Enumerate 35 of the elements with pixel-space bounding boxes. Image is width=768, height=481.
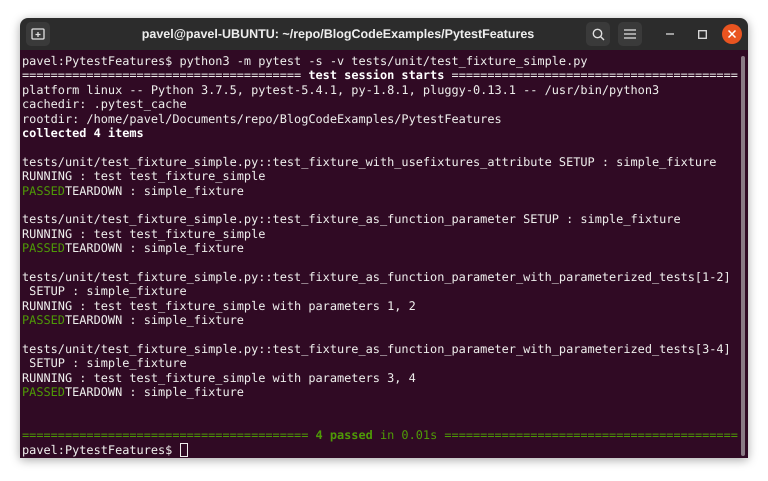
minimize-icon <box>666 33 674 35</box>
search-button[interactable] <box>586 22 610 46</box>
menu-icon <box>624 29 636 39</box>
prompt-text: pavel:PytestFeatures$ <box>22 442 174 457</box>
terminal-line: rootdir: /home/pavel/Documents/repo/BlogCodeExamples/PytestFeatures <box>22 112 502 126</box>
terminal-line: tests/unit/test_fixture_simple.py::test_fixture_as_function_parameter SETUP : simple_fixture <box>22 212 681 227</box>
terminal-line: tests/unit/test_fixture_simple.py::test_fixture_as_function_parameter_with_parameterized_tests[1-2] <box>22 270 731 284</box>
terminal-line: PASSEDTEARDOWN : simple_fixture <box>22 184 244 198</box>
terminal-line: platform linux -- Python 3.7.5, pytest-5.4.1, py-1.8.1, pluggy-0.13.1 -- /usr/bin/python3 <box>22 82 660 98</box>
close-button[interactable] <box>722 24 742 44</box>
terminal-line: PASSEDTEARDOWN : simple_fixture <box>22 384 244 400</box>
menu-button[interactable] <box>618 22 642 46</box>
terminal-line: cachedir: .pytest_cache <box>22 97 187 112</box>
terminal-line: SETUP : simple_fixture <box>28 356 187 371</box>
terminal-line: PASSEDTEARDOWN : simple_fixture <box>22 241 244 256</box>
scrollbar-thumb[interactable] <box>741 56 745 456</box>
terminal-line: RUNNING : test test_fixture_simple <box>22 169 266 184</box>
close-icon <box>728 30 736 38</box>
search-icon <box>592 28 604 40</box>
terminal-line: RUNNING : test test_fixture_simple with parameters 1, 2 <box>22 298 416 314</box>
new-tab-button[interactable] <box>26 22 50 46</box>
terminal-line: ======================================== 4 passed in 0.01s ========================================= <box>22 428 738 443</box>
terminal-line: PASSEDTEARDOWN : simple_fixture <box>22 313 244 328</box>
terminal-line: RUNNING : test test_fixture_simple <box>22 226 266 242</box>
terminal-line: pavel:PytestFeatures$ python3 -m pytest -s -v tests/unit/test_fixture_simple.py <box>22 54 588 68</box>
maximize-icon <box>698 30 706 38</box>
new-tab-icon <box>31 27 45 41</box>
terminal-line: ======================================= test session starts ======================================== <box>22 68 738 83</box>
terminal-line: RUNNING : test test_fixture_simple with parameters 3, 4 <box>22 370 416 385</box>
terminal-line: tests/unit/test_fixture_simple.py::test_fixture_as_function_parameter_with_parameterized_tests[3-4] <box>22 342 731 356</box>
window-title: pavel@pavel-UBUNTU: ~/repo/BlogCodeExamples/PytestFeatures <box>142 26 534 43</box>
terminal-line: SETUP : simple_fixture <box>28 284 187 299</box>
terminal-line: tests/unit/test_fixture_simple.py::test_fixture_with_usefixtures_attribute SETUP : simple_fixture <box>22 154 716 170</box>
text-cursor <box>180 442 188 457</box>
terminal-line: collected 4 items <box>22 126 144 140</box>
